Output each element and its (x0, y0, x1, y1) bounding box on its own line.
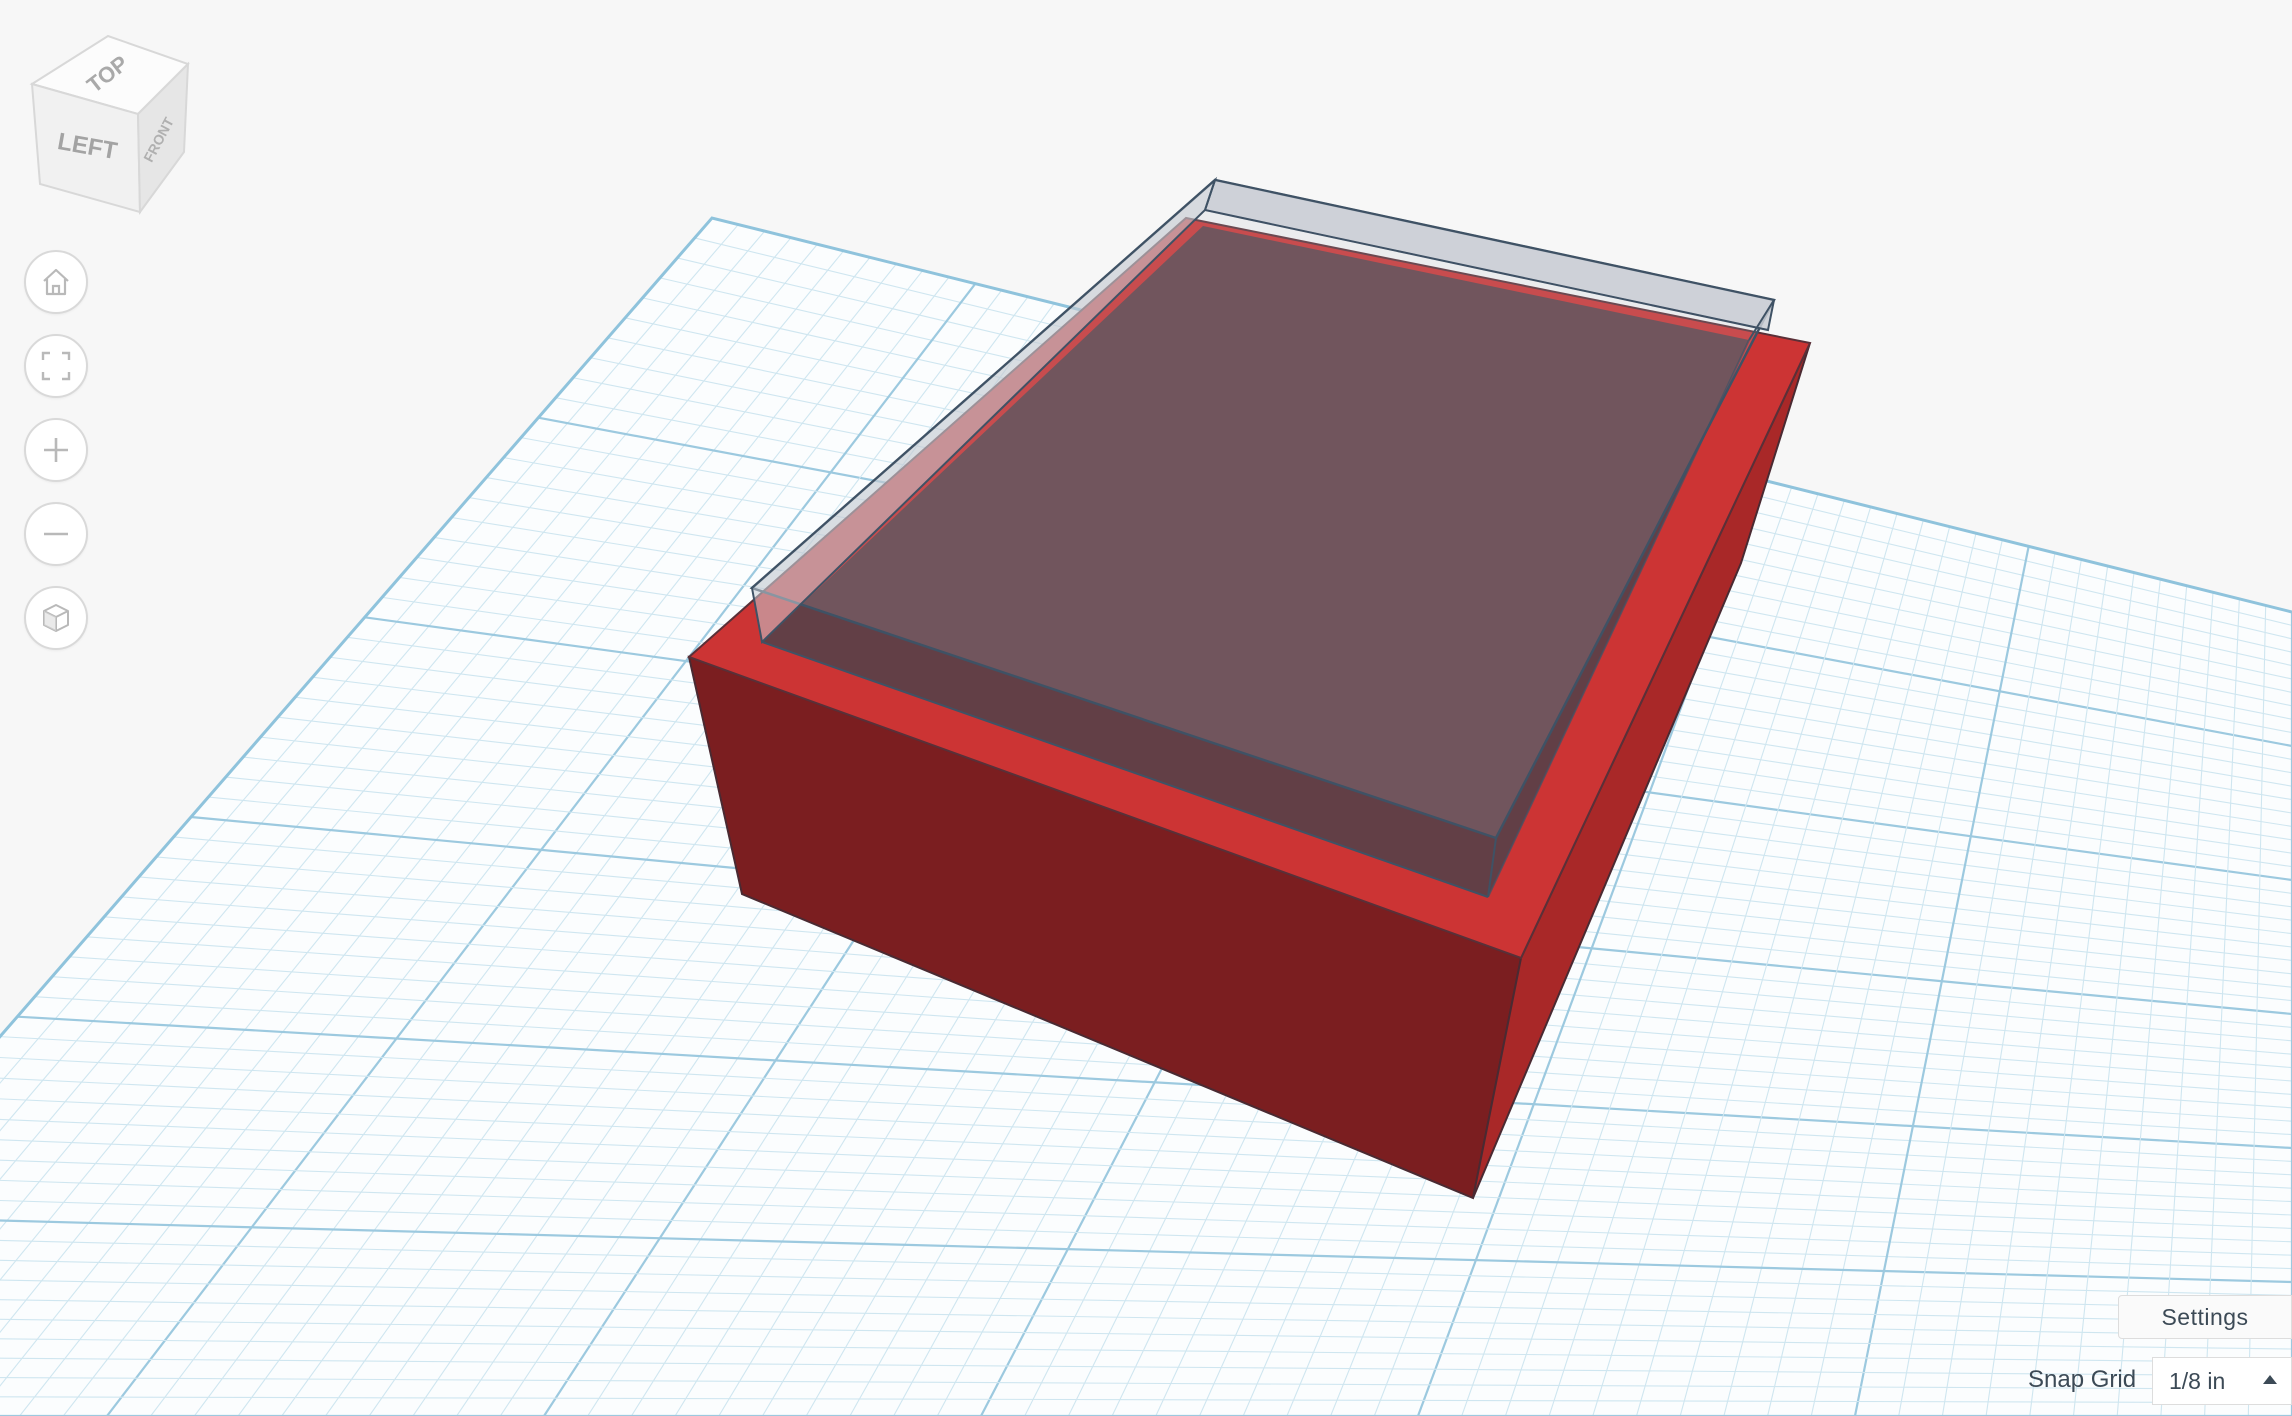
cube-icon (43, 604, 69, 632)
fit-view-button[interactable] (24, 334, 88, 398)
plus-icon (44, 438, 68, 462)
view-cube[interactable]: TOP LEFT FRONT (20, 24, 200, 224)
chevron-up-icon (2263, 1375, 2277, 1384)
zoom-in-button[interactable] (24, 418, 88, 482)
fit-all-icon (41, 351, 71, 381)
snap-grid-label: Snap Grid (2028, 1366, 2137, 1393)
workplane-viewport[interactable] (0, 0, 2292, 1416)
zoom-out-button[interactable] (24, 502, 88, 566)
minus-icon (44, 532, 68, 536)
snap-grid-select[interactable]: 1/8 in (2152, 1357, 2292, 1405)
snap-grid-value: 1/8 in (2169, 1367, 2226, 1394)
home-view-button[interactable] (24, 250, 88, 314)
settings-button[interactable]: Settings (2118, 1295, 2292, 1339)
home-icon (43, 268, 69, 296)
projection-toggle-button[interactable] (24, 586, 88, 650)
